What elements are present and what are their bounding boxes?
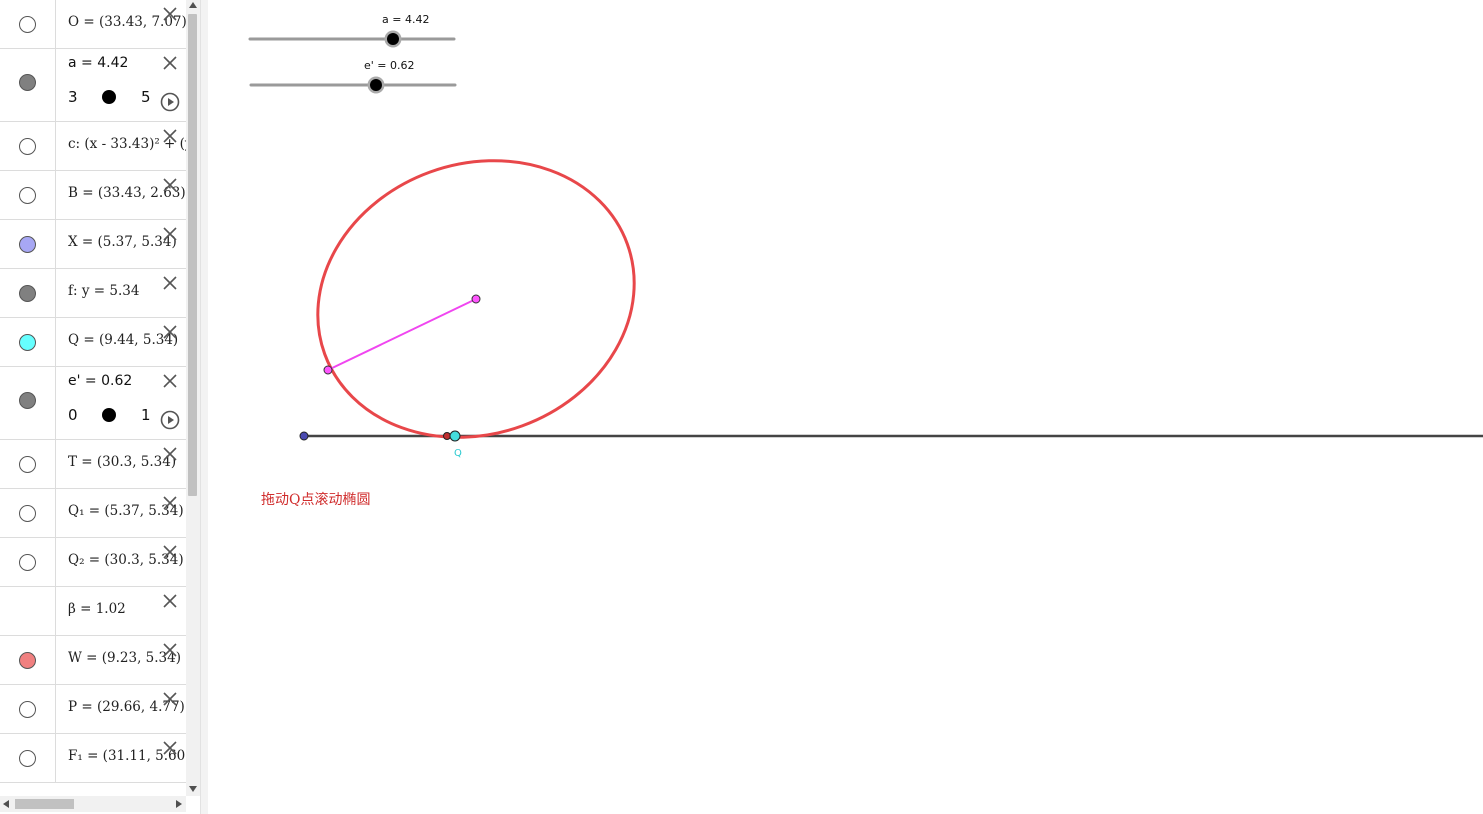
visibility-toggle[interactable] bbox=[19, 652, 36, 669]
delete-icon[interactable] bbox=[162, 128, 178, 144]
marble-cell bbox=[0, 122, 56, 170]
segment-radius[interactable] bbox=[327, 298, 477, 371]
delete-icon[interactable] bbox=[162, 373, 178, 389]
point-center[interactable] bbox=[471, 294, 481, 304]
delete-icon[interactable] bbox=[162, 495, 178, 511]
marble-cell bbox=[0, 0, 56, 48]
algebra-row[interactable]: Q₁ = (5.37, 5.34) bbox=[0, 489, 186, 538]
slider-e-knob[interactable] bbox=[370, 79, 382, 91]
visibility-toggle[interactable] bbox=[19, 701, 36, 718]
algebra-expression[interactable]: a = 4.42 bbox=[68, 55, 128, 71]
slider-e[interactable]: e' = 0.62 bbox=[249, 59, 457, 94]
visibility-toggle[interactable] bbox=[19, 285, 36, 302]
delete-icon[interactable] bbox=[162, 275, 178, 291]
instruction-text: 拖动Q点滚动椭圆 bbox=[261, 491, 370, 508]
vertical-scroll-thumb[interactable] bbox=[188, 14, 197, 496]
algebra-row[interactable]: a = 4.42 3 5 bbox=[0, 49, 186, 122]
point-Q[interactable] bbox=[449, 430, 461, 442]
slider-a[interactable]: a = 4.42 bbox=[248, 13, 456, 48]
point-W[interactable] bbox=[443, 432, 451, 440]
slider-min-label: 0 bbox=[68, 406, 78, 424]
play-animation-icon[interactable] bbox=[160, 92, 180, 112]
marble-cell bbox=[0, 269, 56, 317]
slider-max-label: 1 bbox=[141, 406, 151, 424]
visibility-toggle[interactable] bbox=[19, 505, 36, 522]
visibility-toggle[interactable] bbox=[19, 554, 36, 571]
algebra-expression[interactable]: e' = 0.62 bbox=[68, 373, 132, 389]
slider-max-label: 5 bbox=[141, 88, 151, 106]
algebra-row[interactable]: W = (9.23, 5.34) bbox=[0, 636, 186, 685]
scroll-right-icon[interactable] bbox=[176, 800, 182, 808]
play-animation-icon[interactable] bbox=[160, 410, 180, 430]
algebra-expression[interactable]: X = (5.37, 5.34) bbox=[68, 234, 177, 250]
scroll-left-icon[interactable] bbox=[3, 800, 9, 808]
algebra-panel: O = (33.43, 7.07) a = 4.42 3 5 c: (x - 33.43… bbox=[0, 0, 186, 796]
marble-cell bbox=[0, 538, 56, 586]
delete-icon[interactable] bbox=[162, 324, 178, 340]
mini-slider-knob[interactable] bbox=[102, 90, 116, 104]
algebra-row[interactable]: e' = 0.62 0 1 bbox=[0, 367, 186, 440]
point-on-ellipse[interactable] bbox=[323, 365, 333, 375]
marble-cell bbox=[0, 440, 56, 488]
marble-cell bbox=[0, 489, 56, 537]
algebra-row[interactable]: P = (29.66, 4.77) bbox=[0, 685, 186, 734]
delete-icon[interactable] bbox=[162, 177, 178, 193]
visibility-toggle[interactable] bbox=[19, 138, 36, 155]
algebra-expression[interactable]: T = (30.3, 5.34) bbox=[68, 454, 176, 470]
marble-cell bbox=[0, 318, 56, 366]
panel-divider[interactable] bbox=[200, 0, 208, 814]
visibility-toggle[interactable] bbox=[19, 236, 36, 253]
delete-icon[interactable] bbox=[162, 544, 178, 560]
delete-icon[interactable] bbox=[162, 6, 178, 22]
delete-icon[interactable] bbox=[162, 642, 178, 658]
algebra-expression[interactable]: β = 1.02 bbox=[68, 601, 126, 617]
algebra-row[interactable]: T = (30.3, 5.34) bbox=[0, 440, 186, 489]
marble-cell bbox=[0, 636, 56, 684]
delete-icon[interactable] bbox=[162, 226, 178, 242]
delete-icon[interactable] bbox=[162, 593, 178, 609]
point-X[interactable] bbox=[299, 431, 309, 441]
marble-cell bbox=[0, 220, 56, 268]
algebra-row[interactable]: F₁ = (31.11, 5.60) bbox=[0, 734, 186, 783]
visibility-toggle[interactable] bbox=[19, 16, 36, 33]
point-Q-label: Q bbox=[454, 448, 462, 459]
algebra-row[interactable]: Q₂ = (30.3, 5.34) bbox=[0, 538, 186, 587]
marble-cell bbox=[0, 171, 56, 219]
slider-min-label: 3 bbox=[68, 88, 78, 106]
visibility-toggle[interactable] bbox=[19, 187, 36, 204]
scroll-up-icon[interactable] bbox=[189, 2, 197, 8]
algebra-row[interactable]: B = (33.43, 2.63) bbox=[0, 171, 186, 220]
algebra-row[interactable]: O = (33.43, 7.07) bbox=[0, 0, 186, 49]
visibility-toggle[interactable] bbox=[19, 392, 36, 409]
slider-a-knob[interactable] bbox=[387, 33, 399, 45]
algebra-row[interactable]: f: y = 5.34 bbox=[0, 269, 186, 318]
horizontal-scroll-thumb[interactable] bbox=[15, 799, 74, 809]
scroll-down-icon[interactable] bbox=[189, 786, 197, 792]
graphics-view[interactable]: a = 4.42 e' = 0.62 Q 拖动Q点滚动椭圆 bbox=[0, 0, 1483, 814]
visibility-toggle[interactable] bbox=[19, 334, 36, 351]
algebra-vertical-scrollbar[interactable] bbox=[186, 0, 200, 796]
algebra-row[interactable]: β = 1.02 bbox=[0, 587, 186, 636]
marble-cell bbox=[0, 734, 56, 782]
slider-a-label: a = 4.42 bbox=[382, 13, 429, 26]
visibility-toggle[interactable] bbox=[19, 74, 36, 91]
mini-slider-knob[interactable] bbox=[102, 408, 116, 422]
delete-icon[interactable] bbox=[162, 740, 178, 756]
slider-e-label: e' = 0.62 bbox=[364, 59, 415, 72]
algebra-row[interactable]: c: (x - 33.43)² + (y bbox=[0, 122, 186, 171]
delete-icon[interactable] bbox=[162, 691, 178, 707]
marble-cell bbox=[0, 49, 56, 121]
algebra-horizontal-scrollbar[interactable] bbox=[0, 796, 186, 812]
algebra-row[interactable]: X = (5.37, 5.34) bbox=[0, 220, 186, 269]
visibility-toggle[interactable] bbox=[19, 456, 36, 473]
algebra-expression[interactable]: f: y = 5.34 bbox=[68, 283, 139, 299]
delete-icon[interactable] bbox=[162, 55, 178, 71]
marble-cell bbox=[0, 685, 56, 733]
marble-cell bbox=[0, 587, 56, 635]
delete-icon[interactable] bbox=[162, 446, 178, 462]
marble-cell bbox=[0, 367, 56, 439]
algebra-row[interactable]: Q = (9.44, 5.34) bbox=[0, 318, 186, 367]
visibility-toggle[interactable] bbox=[19, 750, 36, 767]
